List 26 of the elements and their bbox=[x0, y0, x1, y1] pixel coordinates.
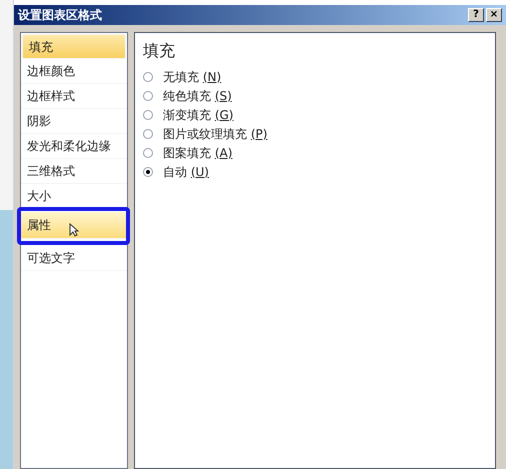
category-item[interactable]: 填充 bbox=[22, 34, 126, 59]
category-item[interactable]: 可选文字 bbox=[21, 246, 127, 271]
panel-heading: 填充 bbox=[143, 40, 176, 62]
category-item[interactable]: 三维格式 bbox=[21, 159, 127, 184]
category-item[interactable]: 阴影 bbox=[21, 109, 127, 134]
category-item[interactable]: 边框样式 bbox=[21, 84, 127, 109]
radio-button[interactable] bbox=[143, 166, 153, 176]
category-item[interactable]: 边框颜色 bbox=[21, 59, 127, 84]
pointer-cursor-icon bbox=[69, 223, 79, 237]
category-item[interactable]: 属性 bbox=[21, 212, 127, 239]
category-item[interactable]: 发光和柔化边缘 bbox=[21, 134, 127, 159]
radio-button[interactable] bbox=[143, 90, 153, 100]
fill-option[interactable]: 图片或纹理填充 (P) bbox=[143, 124, 487, 143]
category-item[interactable]: 大小 bbox=[21, 184, 127, 209]
radio-button[interactable] bbox=[143, 148, 153, 158]
help-button[interactable]: ? bbox=[468, 8, 484, 22]
radio-button[interactable] bbox=[143, 110, 153, 120]
close-button[interactable]: × bbox=[486, 8, 502, 22]
fill-option[interactable]: 无填充 (N) bbox=[143, 67, 487, 86]
radio-button[interactable] bbox=[143, 72, 153, 82]
fill-option[interactable]: 渐变填充 (G) bbox=[143, 105, 487, 124]
fill-option[interactable]: 图案填充 (A) bbox=[143, 143, 487, 162]
window-title: 设置图表区格式 bbox=[18, 7, 102, 24]
radio-button[interactable] bbox=[143, 128, 153, 138]
fill-option[interactable]: 纯色填充 (S) bbox=[143, 86, 487, 105]
fill-option[interactable]: 自动 (U) bbox=[143, 162, 487, 181]
